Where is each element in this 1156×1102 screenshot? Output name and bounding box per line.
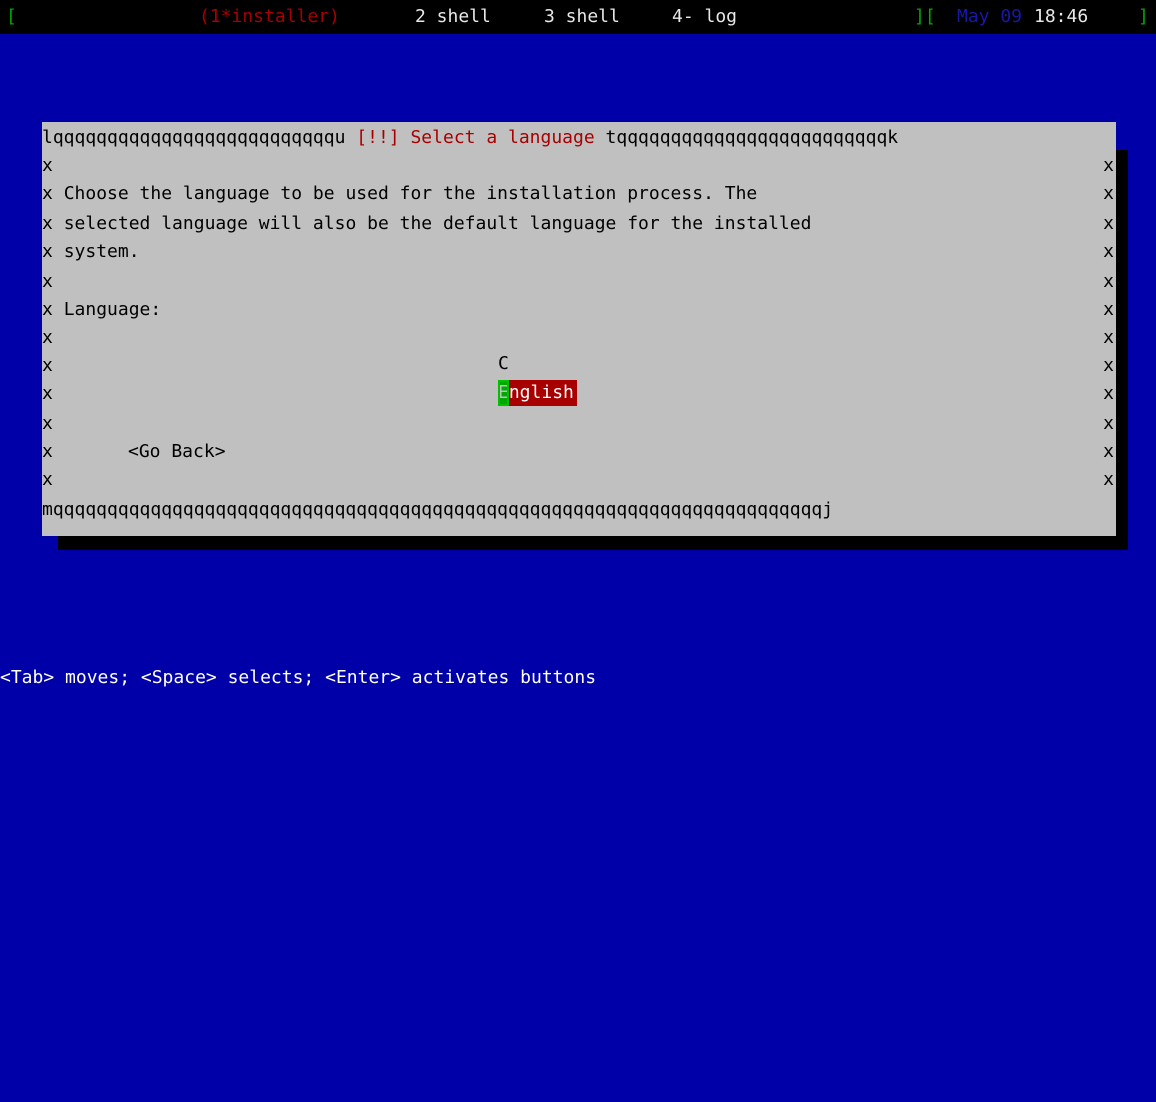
text-cursor: E: [498, 380, 509, 406]
border-right: x: [1103, 413, 1114, 434]
keyboard-hint: <Tab> moves; <Space> selects; <Enter> ac…: [0, 667, 597, 688]
status-time: 18:46: [1034, 6, 1089, 27]
status-left-bracket: [: [6, 6, 17, 27]
border-left: x: [42, 383, 53, 404]
dialog-bottom-border: mqqqqqqqqqqqqqqqqqqqqqqqqqqqqqqqqqqqqqqq…: [42, 499, 834, 520]
top-border-right: tqqqqqqqqqqqqqqqqqqqqqqqqqk: [594, 127, 899, 148]
border-right: x: [1103, 213, 1114, 234]
status-separator: ][: [914, 6, 936, 27]
border-right: x: [1103, 327, 1114, 348]
window-tab-shell-2[interactable]: 2 shell: [415, 3, 491, 31]
window-tab-log[interactable]: 4- log: [672, 3, 737, 31]
status-date: May 09: [957, 6, 1023, 27]
border-left: x: [42, 469, 53, 490]
border-right: x: [1103, 355, 1114, 376]
window-tab-installer[interactable]: (1*installer): [199, 3, 340, 31]
language-label-line: x Language:: [42, 299, 162, 320]
border-left: x: [42, 355, 53, 376]
border-right: x: [1103, 441, 1114, 462]
tmux-status-bar: [ (1*installer) 2 shell 3 shell 4- log ]…: [0, 0, 1156, 34]
border-right: x: [1103, 469, 1114, 490]
description-line-3: x system.: [42, 241, 140, 262]
status-right-bracket: ]: [1138, 6, 1149, 27]
language-option-c[interactable]: C: [498, 350, 509, 378]
description-text-1: Choose the language to be used for the i…: [63, 183, 758, 204]
border-left: x: [42, 155, 53, 176]
border-right: x: [1103, 271, 1114, 292]
border-right: x: [1103, 241, 1114, 262]
description-line-2: x selected language will also be the def…: [42, 213, 812, 234]
select-language-dialog: lqqqqqqqqqqqqqqqqqqqqqqqqqqu [!!] Select…: [42, 122, 1116, 536]
description-text-2: selected language will also be the defau…: [63, 213, 812, 234]
description-text-3: system.: [63, 241, 140, 262]
border-right: x: [1103, 183, 1114, 204]
border-left: x: [42, 271, 53, 292]
border-right: x: [1103, 299, 1114, 320]
description-line-1: x Choose the language to be used for the…: [42, 183, 758, 204]
border-left: x: [42, 327, 53, 348]
border-left: x: [42, 413, 53, 434]
dialog-top-border: lqqqqqqqqqqqqqqqqqqqqqqqqqqu [!!] Select…: [42, 124, 898, 152]
dialog-title: [!!] Select a language: [356, 127, 595, 148]
border-right: x: [1103, 155, 1114, 176]
language-option-english-selected[interactable]: English: [498, 380, 577, 406]
go-back-button[interactable]: <Go Back>: [128, 438, 226, 466]
language-label: Language:: [63, 299, 162, 320]
selected-option-rest: nglish: [508, 382, 574, 403]
border-left: x: [42, 441, 53, 462]
border-right: x: [1103, 383, 1114, 404]
window-tab-shell-3[interactable]: 3 shell: [544, 3, 620, 31]
top-border-left: lqqqqqqqqqqqqqqqqqqqqqqqqqqu: [42, 127, 357, 148]
